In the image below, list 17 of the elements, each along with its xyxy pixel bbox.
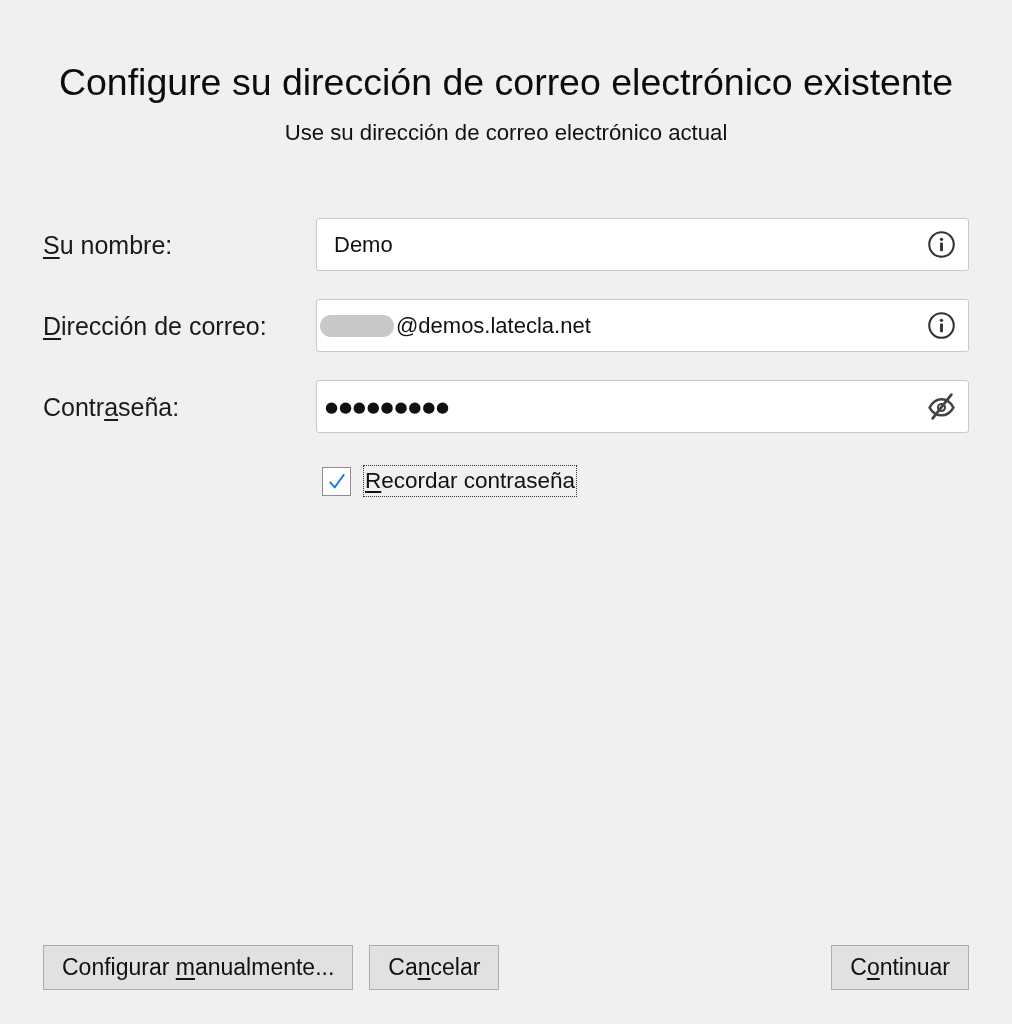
checkbox[interactable]: [322, 466, 351, 496]
password-field[interactable]: ●●●●●●●●●: [316, 380, 969, 433]
dialog-button[interactable]: Configurar manualmente...: [43, 945, 354, 990]
eye-slash-icon[interactable]: [928, 393, 955, 420]
dialog-subtitle: Use su dirección de correo electrónico actual: [284, 119, 728, 147]
field-label: Su nombre:: [43, 229, 173, 260]
dialog-title: Configure su dirección de correo electrónico existente: [58, 60, 954, 104]
field-label: Dirección de correo:: [43, 310, 267, 341]
checkmark-icon: [327, 472, 346, 490]
name-field[interactable]: Demo: [316, 218, 969, 271]
field-label: Contraseña:: [43, 391, 180, 422]
email-field[interactable]: @demos.latecla.net: [316, 299, 969, 352]
info-icon[interactable]: [928, 312, 955, 339]
dialog-button[interactable]: Continuar: [831, 945, 969, 990]
info-icon[interactable]: [928, 231, 955, 258]
dialog-button[interactable]: Cancelar: [369, 945, 500, 990]
checkbox-label[interactable]: Recordar contraseña: [363, 465, 578, 497]
